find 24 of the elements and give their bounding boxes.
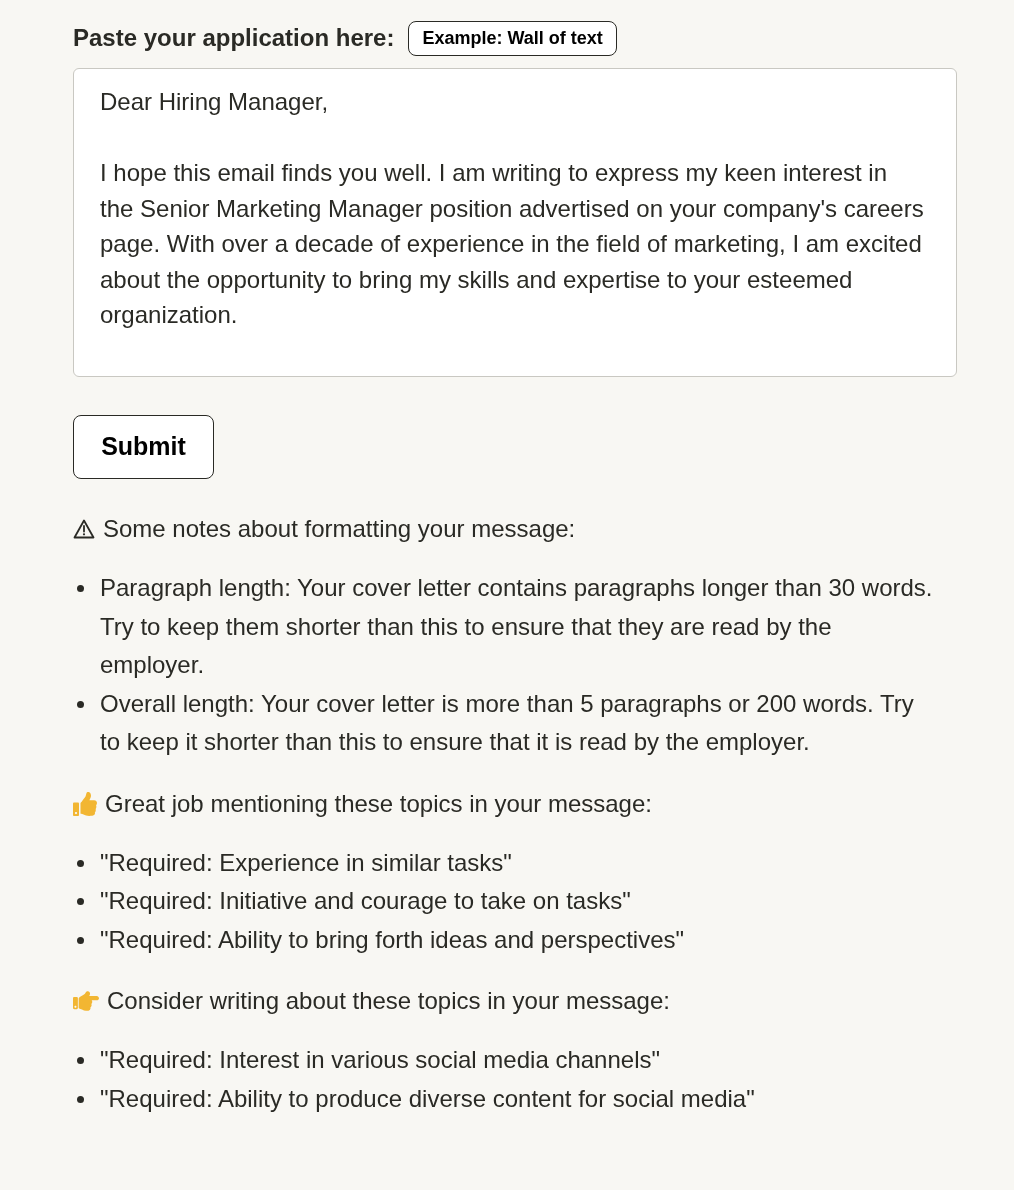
bullet-icon <box>77 1057 84 1064</box>
list-item: Overall length: Your cover letter is more than 5 paragraphs or 200 words. Try to keep it shorter than this to ensure that it is read by the employer. <box>100 688 915 757</box>
example-button[interactable]: Example: Wall of text <box>408 20 617 56</box>
section-heading: Consider writing about these topics in your message: <box>107 986 670 1016</box>
bullet-icon <box>77 700 84 708</box>
list-item: "Required: Initiative and courage to take on tasks" <box>100 886 632 916</box>
bullet-icon <box>77 898 84 905</box>
thumbs-up-icon <box>73 791 97 816</box>
list-item: "Required: Interest in various social media channels" <box>100 1045 661 1075</box>
list-item: "Required: Experience in similar tasks" <box>100 847 513 878</box>
submit-button[interactable]: Submit <box>73 415 214 479</box>
field-label: Paste your application here: <box>73 23 395 53</box>
list-item: "Required: Ability to produce diverse content for social media" <box>100 1083 756 1114</box>
list-item: Paragraph length: Your cover letter contains paragraphs longer than 30 words. Try to keep them shorter than this to ensure that they are read by the employer. <box>100 573 934 680</box>
list-item: "Required: Ability to bring forth ideas and perspectives" <box>100 924 686 955</box>
bullet-icon <box>77 936 84 944</box>
section-heading: Great job mentioning these topics in your message: <box>105 788 652 819</box>
application-text-area[interactable]: Dear Hiring Manager, I hope this email finds you well. I am writing to express my keen interest in the Senior Marketing Manager position advertised on your company's careers page. With over a decade of experience in the field of marketing, I am excited about the opportunity to bring my skills and expertise to your esteemed organization. <box>73 68 957 377</box>
bullet-icon <box>77 859 84 867</box>
warning-icon <box>73 519 95 539</box>
pointing-hand-icon <box>73 988 99 1014</box>
bullet-icon <box>77 1095 84 1103</box>
bullet-icon <box>77 585 84 592</box>
section-heading: Some notes about formatting your message: <box>103 514 576 544</box>
